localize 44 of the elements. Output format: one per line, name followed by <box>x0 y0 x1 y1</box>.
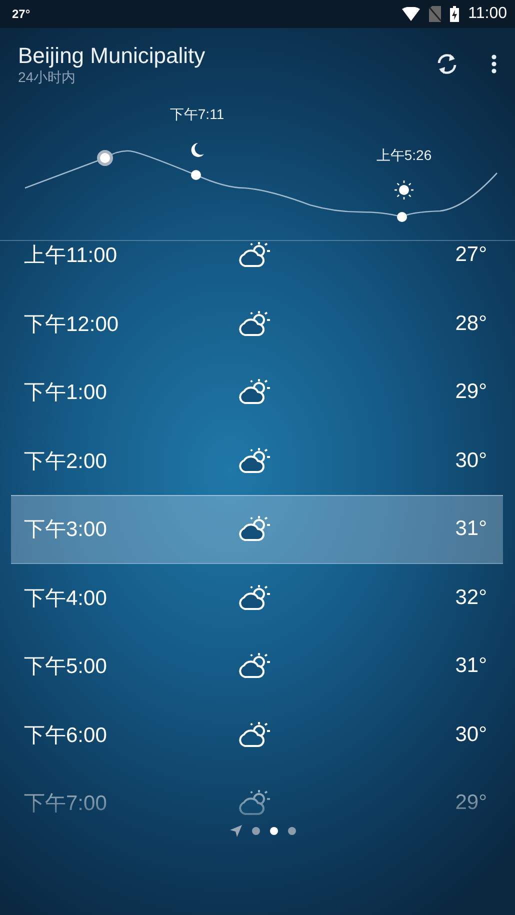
hour-time: 下午4:00 <box>24 586 108 612</box>
hour-time: 下午2:00 <box>24 448 108 475</box>
more-vertical-icon <box>491 54 497 74</box>
battery-charging-icon <box>450 6 460 22</box>
refresh-icon <box>435 52 459 76</box>
partly-cloudy-icon <box>237 790 271 816</box>
hour-time: 下午1:00 <box>24 380 108 406</box>
status-temperature: 27° <box>12 7 30 21</box>
hour-temperature: 29° <box>455 380 487 404</box>
status-time: 11:00 <box>468 5 507 23</box>
hour-time: 上午11:00 <box>24 243 118 270</box>
forecast-range-label: 24小时内 <box>18 69 77 85</box>
hour-time: 下午5:00 <box>24 654 108 680</box>
hour-temperature: 30° <box>455 722 487 747</box>
hour-time: 下午12:00 <box>24 312 120 338</box>
partly-cloudy-icon <box>237 653 271 680</box>
partly-cloudy-icon <box>237 310 271 337</box>
hour-time: 下午7:00 <box>24 791 108 818</box>
hour-temperature: 31° <box>455 654 487 678</box>
location-title: Beijing Municipality <box>18 43 206 69</box>
page-dot[interactable] <box>270 827 278 835</box>
partly-cloudy-icon <box>237 516 271 542</box>
partly-cloudy-icon <box>237 722 271 748</box>
event-time: 下午7:11 <box>170 106 224 124</box>
page-dot[interactable] <box>288 827 296 835</box>
hour-temperature: 28° <box>455 312 487 336</box>
location-page-icon[interactable] <box>230 825 242 837</box>
partly-cloudy-icon <box>237 379 271 406</box>
hour-temperature: 29° <box>455 791 487 816</box>
page-dot[interactable] <box>252 827 260 835</box>
hour-time: 下午6:00 <box>24 722 108 749</box>
wifi-icon <box>402 7 420 21</box>
hour-temperature: 31° <box>455 517 487 542</box>
selected-row-highlight[interactable]: 下午3:00 31° <box>11 495 503 564</box>
partly-cloudy-icon <box>237 242 271 268</box>
hour-temperature: 32° <box>455 586 487 610</box>
partly-cloudy-icon <box>237 448 271 474</box>
partly-cloudy-icon <box>237 584 271 611</box>
no-sim-icon <box>429 6 442 22</box>
hour-temperature: 30° <box>455 448 487 473</box>
hour-temperature: 27° <box>455 243 487 268</box>
event-time: 上午5:26 <box>376 147 432 165</box>
hour-time: 下午3:00 <box>24 517 108 544</box>
sun-icon <box>394 180 414 200</box>
